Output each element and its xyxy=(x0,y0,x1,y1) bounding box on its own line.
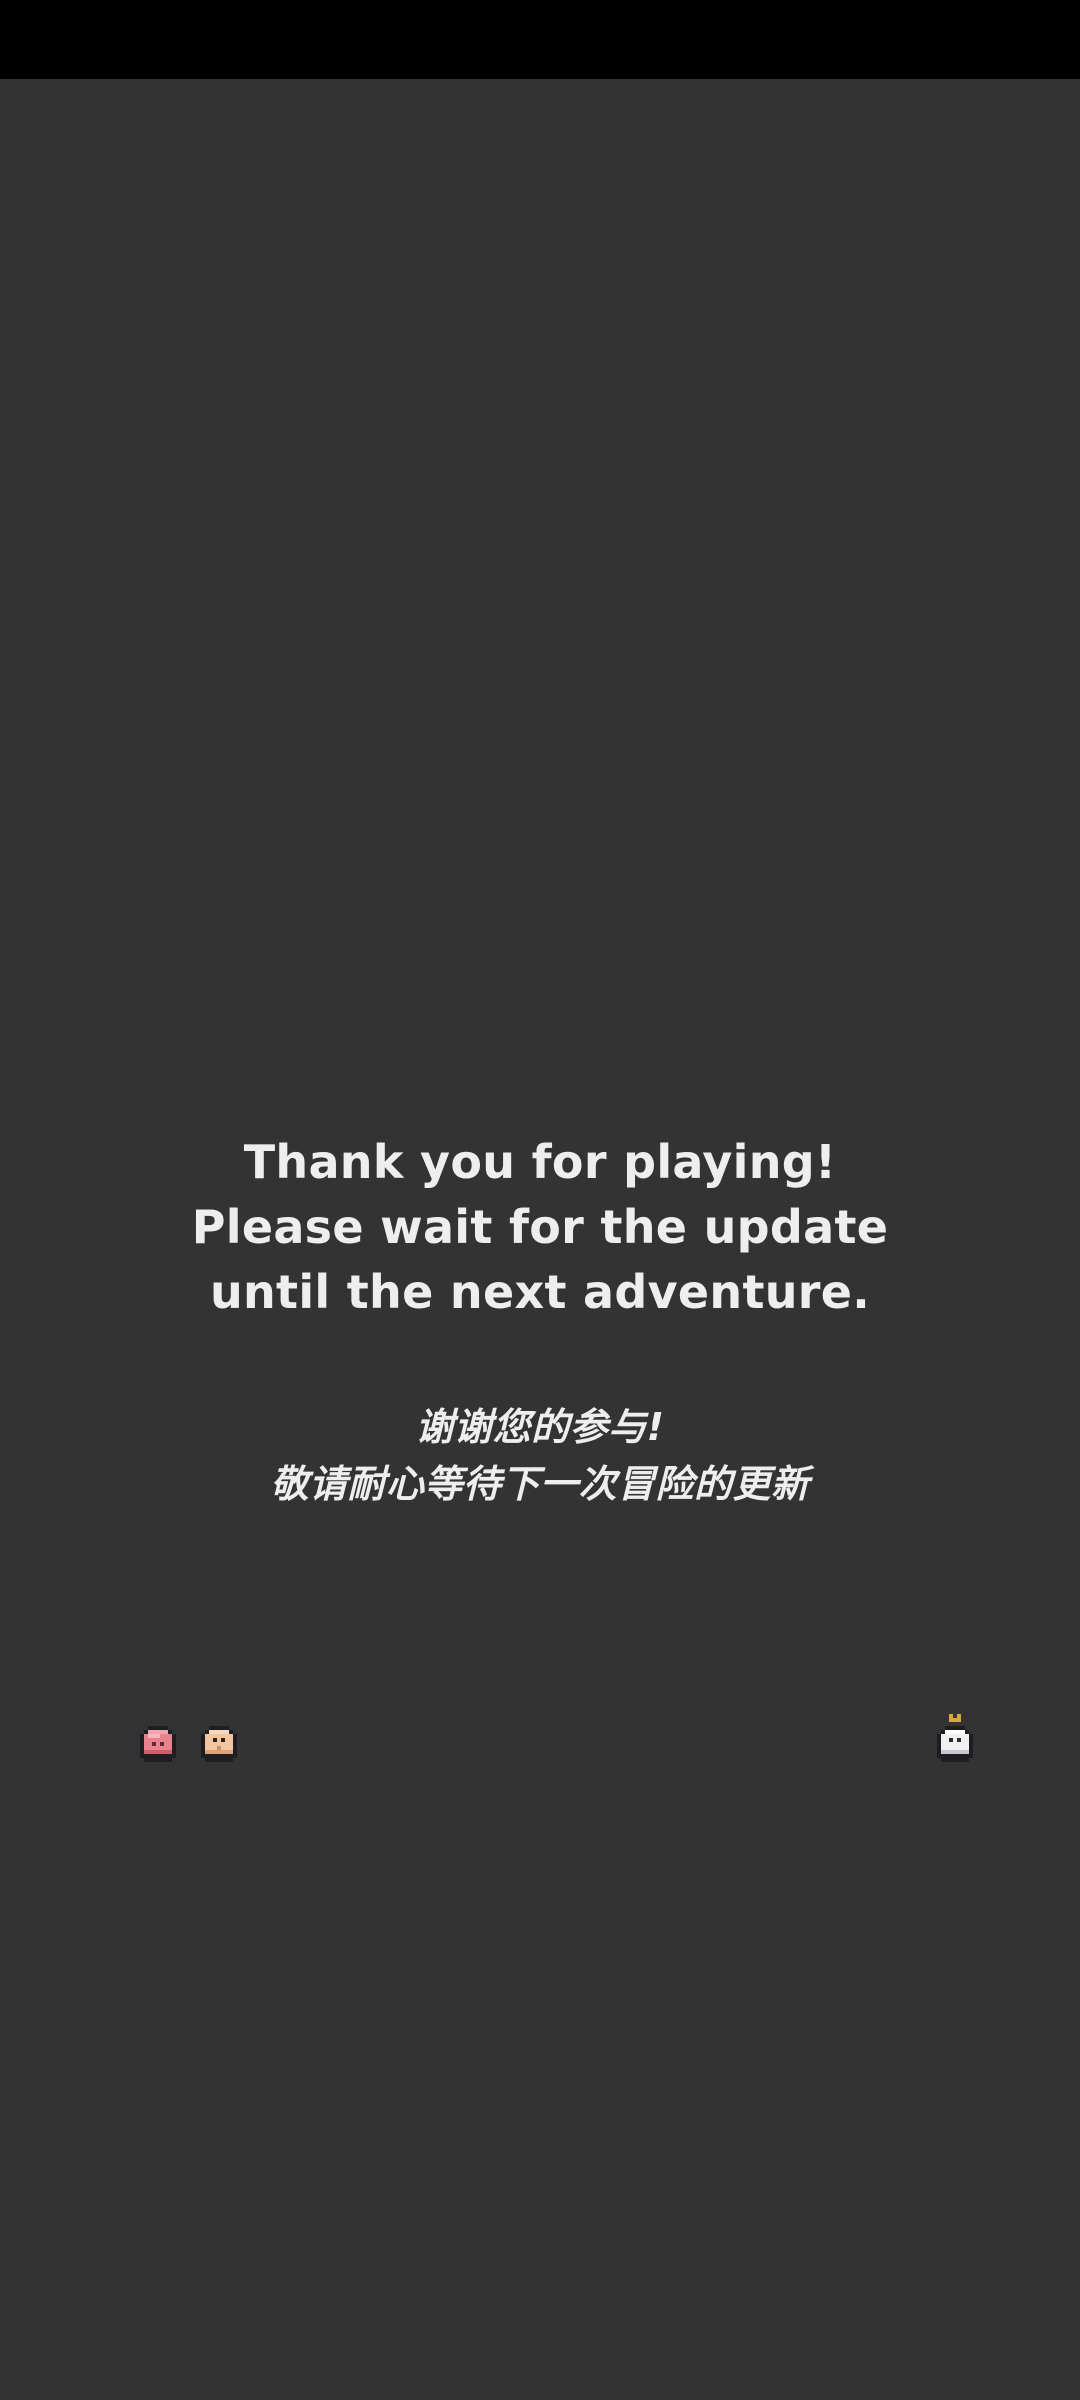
thank-you-message: Thank you for playing! Please wait for t… xyxy=(0,1130,1080,1513)
english-line-2: Please wait for the update xyxy=(191,1200,889,1254)
english-line-3: until the next adventure. xyxy=(209,1265,871,1319)
white-ghost-sprite xyxy=(933,1714,977,1766)
chinese-message: 谢谢您的参与! 敬请耐心等待下一次冒险的更新 xyxy=(0,1399,1080,1513)
white-ghost-icon xyxy=(937,1714,973,1762)
peach-character-icon xyxy=(201,1726,237,1762)
chinese-line-2: 敬请耐心等待下一次冒险的更新 xyxy=(270,1462,810,1506)
status-bar xyxy=(0,0,1080,79)
pink-slime-icon xyxy=(140,1726,176,1762)
chinese-line-1: 谢谢您的参与! xyxy=(415,1405,665,1449)
peach-character-sprite xyxy=(197,1722,241,1766)
pink-slime-sprite xyxy=(136,1722,180,1766)
game-screen: Thank you for playing! Please wait for t… xyxy=(0,0,1080,2400)
english-line-1: Thank you for playing! xyxy=(243,1135,837,1189)
